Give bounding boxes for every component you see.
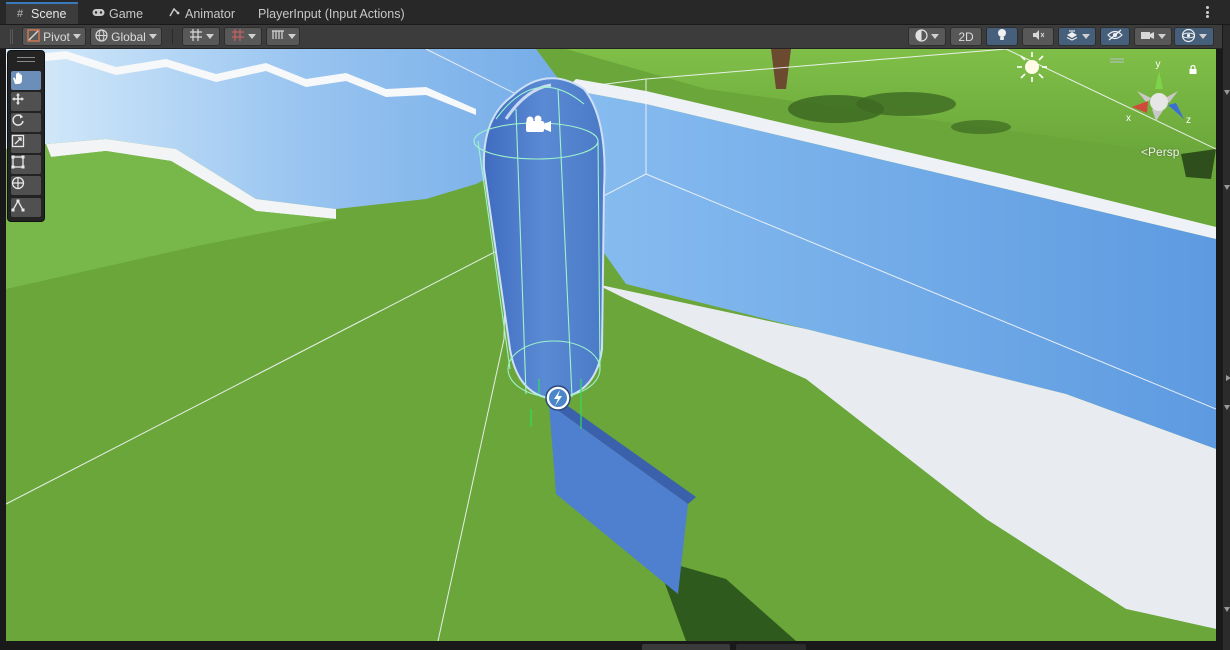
gamepad-icon bbox=[92, 8, 105, 20]
animator-icon bbox=[168, 7, 180, 21]
chevron-down-icon bbox=[931, 34, 939, 39]
pivot-icon bbox=[27, 28, 40, 45]
overlay-grip[interactable] bbox=[17, 57, 35, 62]
chevron-down-icon bbox=[1158, 34, 1166, 39]
gizmos-icon bbox=[1181, 28, 1196, 46]
axis-x-label: x bbox=[1126, 113, 1131, 124]
projection-toggle[interactable]: <Persp bbox=[1141, 145, 1179, 159]
scene-toolbar: Pivot Global 2D bbox=[0, 25, 1222, 49]
pivot-dropdown[interactable]: Pivot bbox=[22, 27, 86, 46]
tab-animator[interactable]: Animator bbox=[160, 3, 244, 24]
move-tool[interactable] bbox=[11, 92, 41, 111]
rect-tool[interactable] bbox=[11, 155, 41, 174]
toggle-2d-button[interactable]: 2D bbox=[950, 27, 982, 46]
toggle-2d-label: 2D bbox=[958, 29, 974, 44]
directional-light-icon[interactable] bbox=[1017, 52, 1047, 82]
projection-label: Persp bbox=[1148, 145, 1180, 159]
grid-snap-icon bbox=[189, 28, 203, 45]
audio-mute-icon bbox=[1032, 29, 1045, 44]
chevron-right-icon[interactable] bbox=[1226, 375, 1230, 381]
tab-player-input-label: PlayerInput (Input Actions) bbox=[258, 6, 405, 21]
grid-snap-dropdown[interactable] bbox=[182, 27, 220, 46]
camera-icon bbox=[1140, 30, 1155, 44]
axis-y-label: y bbox=[1156, 59, 1161, 70]
bottom-panel-edge bbox=[0, 641, 1222, 650]
tree-shadow bbox=[856, 92, 956, 116]
global-label: Global bbox=[111, 29, 146, 44]
chevron-down-icon bbox=[1081, 34, 1090, 39]
grid-icon: # bbox=[16, 8, 24, 20]
shading-mode-icon bbox=[915, 28, 928, 45]
chevron-down-icon bbox=[247, 34, 256, 39]
audio-toggle[interactable] bbox=[1022, 27, 1054, 46]
chevron-down-icon[interactable] bbox=[1224, 185, 1230, 190]
tab-game[interactable]: Game bbox=[84, 3, 150, 24]
tools-overlay bbox=[8, 51, 44, 221]
chevron-down-icon bbox=[72, 34, 81, 39]
axis-z-label: z bbox=[1186, 115, 1191, 126]
chevron-down-icon[interactable] bbox=[1224, 405, 1230, 410]
bottom-tab[interactable] bbox=[642, 644, 730, 650]
tab-scene[interactable]: # Scene bbox=[6, 2, 78, 24]
more-options-icon[interactable] bbox=[1204, 4, 1210, 20]
toolbar-separator bbox=[172, 29, 173, 44]
scene-render: y x z bbox=[6, 49, 1216, 641]
rotate-tool[interactable] bbox=[11, 113, 41, 132]
tree-shadow bbox=[951, 120, 1011, 134]
tab-player-input[interactable]: PlayerInput (Input Actions) bbox=[250, 3, 420, 24]
toolbar-grip bbox=[10, 29, 13, 44]
ruler-icon bbox=[271, 29, 285, 44]
chevron-down-icon bbox=[148, 34, 157, 39]
visibility-icon bbox=[1107, 29, 1123, 44]
ruler-dropdown[interactable] bbox=[266, 27, 300, 46]
tab-scene-label: Scene bbox=[31, 7, 67, 21]
globe-icon bbox=[95, 28, 108, 45]
visibility-toggle[interactable] bbox=[1100, 27, 1130, 46]
unity-scene-window: # Scene Game Animator PlayerInput (Input… bbox=[0, 0, 1230, 650]
transform-tool[interactable] bbox=[11, 176, 41, 195]
tree-shadow bbox=[1181, 149, 1216, 179]
hand-tool[interactable] bbox=[11, 71, 41, 90]
custom-tool[interactable] bbox=[11, 198, 41, 217]
chevron-down-icon bbox=[1199, 34, 1207, 39]
chevron-down-icon[interactable] bbox=[1224, 607, 1230, 612]
lightning-pivot-icon[interactable] bbox=[545, 385, 571, 411]
lighting-toggle[interactable] bbox=[986, 27, 1018, 46]
chevron-down-icon bbox=[287, 34, 296, 39]
tab-game-label: Game bbox=[109, 6, 144, 21]
camera-settings-dropdown[interactable] bbox=[1134, 27, 1172, 46]
effects-dropdown[interactable] bbox=[1058, 27, 1096, 46]
adjacent-panel-edge bbox=[1222, 25, 1230, 650]
global-dropdown[interactable]: Global bbox=[90, 27, 162, 46]
shading-mode-dropdown[interactable] bbox=[908, 27, 946, 46]
gizmos-dropdown[interactable] bbox=[1174, 27, 1214, 46]
snap-increment-icon bbox=[231, 28, 245, 45]
tab-bar: # Scene Game Animator PlayerInput (Input… bbox=[0, 0, 1230, 25]
bottom-tab[interactable] bbox=[736, 644, 806, 650]
lighting-icon bbox=[997, 28, 1007, 45]
scale-tool[interactable] bbox=[11, 134, 41, 153]
tab-animator-label: Animator bbox=[185, 6, 236, 21]
scene-viewport[interactable]: y x z <Persp bbox=[6, 49, 1216, 641]
effects-icon bbox=[1065, 29, 1079, 44]
chevron-down-icon[interactable] bbox=[1224, 90, 1230, 95]
pivot-label: Pivot bbox=[43, 29, 70, 44]
persp-icon: < bbox=[1141, 145, 1149, 159]
snap-increment-dropdown[interactable] bbox=[224, 27, 262, 46]
chevron-down-icon bbox=[205, 34, 214, 39]
